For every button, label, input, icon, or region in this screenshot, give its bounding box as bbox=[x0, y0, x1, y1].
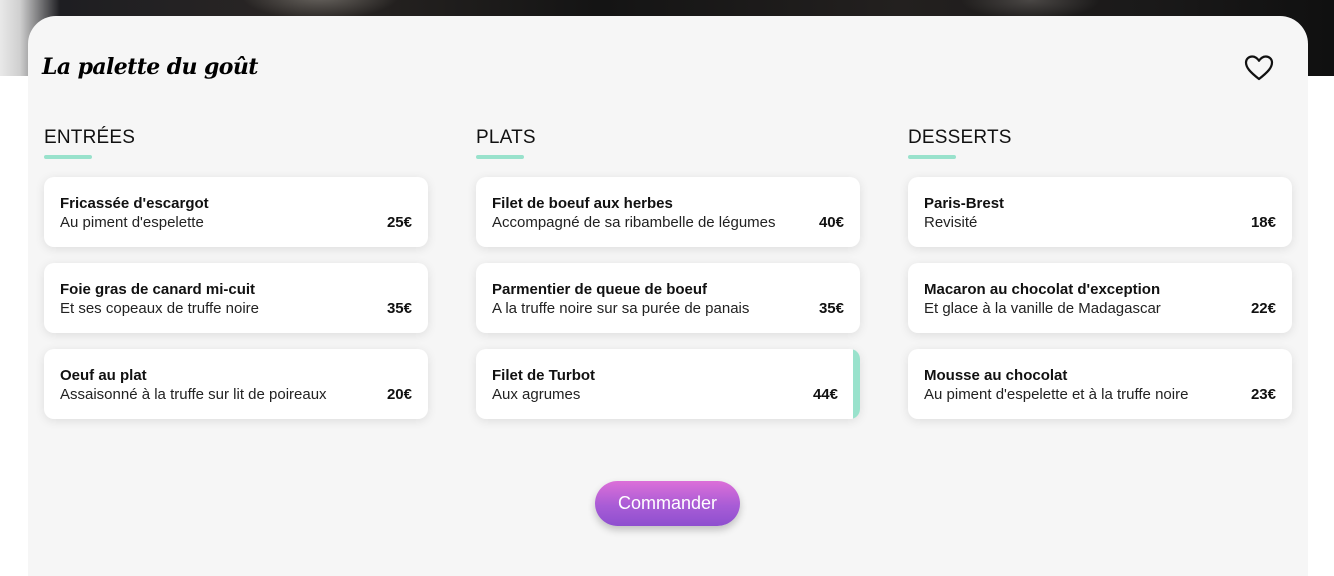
section-desserts: DESSERTS Paris-Brest Revisité 18€ Macaro… bbox=[908, 126, 1292, 419]
dish-name: Filet de boeuf aux herbes bbox=[492, 195, 673, 212]
dish-description: Assaisonné à la truffe sur lit de poirea… bbox=[60, 386, 327, 403]
dish-card[interactable]: Mousse au chocolat Au piment d'espelette… bbox=[908, 349, 1292, 419]
dish-card[interactable]: Parmentier de queue de boeuf A la truffe… bbox=[476, 263, 860, 333]
dish-price: 22€ bbox=[1250, 300, 1276, 317]
section-title: DESSERTS bbox=[908, 127, 1012, 148]
dish-details: A la truffe noire sur sa purée de panais… bbox=[492, 299, 844, 318]
dish-name: Mousse au chocolat bbox=[924, 367, 1068, 384]
dish-price: 35€ bbox=[818, 300, 844, 317]
dish-name: Foie gras de canard mi-cuit bbox=[60, 281, 256, 298]
dish-details: Et glace à la vanille de Madagascar 22€ bbox=[924, 299, 1276, 318]
dish-description: A la truffe noire sur sa purée de panais bbox=[492, 300, 750, 317]
section-starters: ENTRÉES Fricassée d'escargot Au piment d… bbox=[44, 126, 428, 419]
dish-card[interactable]: Foie gras de canard mi-cuit Et ses copea… bbox=[44, 263, 428, 333]
dish-price: 25€ bbox=[386, 214, 412, 231]
dish-description: Revisité bbox=[924, 214, 978, 231]
section-underline bbox=[908, 155, 956, 159]
dish-price: 20€ bbox=[386, 386, 412, 403]
dish-card[interactable]: Oeuf au plat Assaisonné à la truffe sur … bbox=[44, 349, 428, 419]
dish-details: Assaisonné à la truffe sur lit de poirea… bbox=[60, 385, 412, 404]
dish-details: Au piment d'espelette 25€ bbox=[60, 213, 412, 232]
dish-name: Filet de Turbot bbox=[492, 367, 596, 384]
dish-name: Parmentier de queue de boeuf bbox=[492, 281, 708, 298]
section-mains: PLATS Filet de boeuf aux herbes Accompag… bbox=[476, 126, 860, 419]
order-button[interactable]: Commander bbox=[595, 481, 740, 526]
dish-description: Et ses copeaux de truffe noire bbox=[60, 300, 260, 317]
dish-description: Au piment d'espelette et à la truffe noi… bbox=[924, 386, 1189, 403]
dish-price: 35€ bbox=[386, 300, 412, 317]
dish-details: Au piment d'espelette et à la truffe noi… bbox=[924, 385, 1276, 404]
dish-name: Paris-Brest bbox=[924, 195, 1005, 212]
dish-description: Et glace à la vanille de Madagascar bbox=[924, 300, 1161, 317]
dish-description: Aux agrumes bbox=[492, 386, 581, 403]
section-underline bbox=[476, 155, 524, 159]
section-title: PLATS bbox=[476, 127, 536, 148]
dish-name: Macaron au chocolat d'exception bbox=[924, 281, 1161, 298]
dish-card-selected[interactable]: Filet de Turbot Aux agrumes 44€ bbox=[476, 349, 860, 419]
dish-name: Fricassée d'escargot bbox=[60, 195, 209, 212]
section-title: ENTRÉES bbox=[44, 127, 136, 148]
dish-description: Au piment d'espelette bbox=[60, 214, 204, 231]
dish-card[interactable]: Macaron au chocolat d'exception Et glace… bbox=[908, 263, 1292, 333]
dish-price: 40€ bbox=[818, 214, 844, 231]
dish-price: 18€ bbox=[1250, 214, 1276, 231]
dish-price: 23€ bbox=[1250, 386, 1276, 403]
menu-card: La palette du goût ENTRÉES Fricassée d'e… bbox=[28, 16, 1308, 576]
dish-name: Oeuf au plat bbox=[60, 367, 147, 384]
heart-outline-icon bbox=[1244, 55, 1274, 81]
dish-card[interactable]: Filet de boeuf aux herbes Accompagné de … bbox=[476, 177, 860, 247]
dish-price: 44€ bbox=[812, 386, 838, 403]
dish-card[interactable]: Fricassée d'escargot Au piment d'espelet… bbox=[44, 177, 428, 247]
dish-details: Revisité 18€ bbox=[924, 213, 1276, 232]
dish-details: Et ses copeaux de truffe noire 35€ bbox=[60, 299, 412, 318]
section-underline bbox=[44, 155, 92, 159]
heart-icon[interactable] bbox=[1244, 54, 1274, 82]
dish-card[interactable]: Paris-Brest Revisité 18€ bbox=[908, 177, 1292, 247]
dish-description: Accompagné de sa ribambelle de légumes bbox=[492, 214, 776, 231]
dish-details: Aux agrumes 44€ bbox=[492, 385, 838, 404]
restaurant-name: La palette du goût bbox=[42, 54, 258, 80]
dish-details: Accompagné de sa ribambelle de légumes 4… bbox=[492, 213, 844, 232]
